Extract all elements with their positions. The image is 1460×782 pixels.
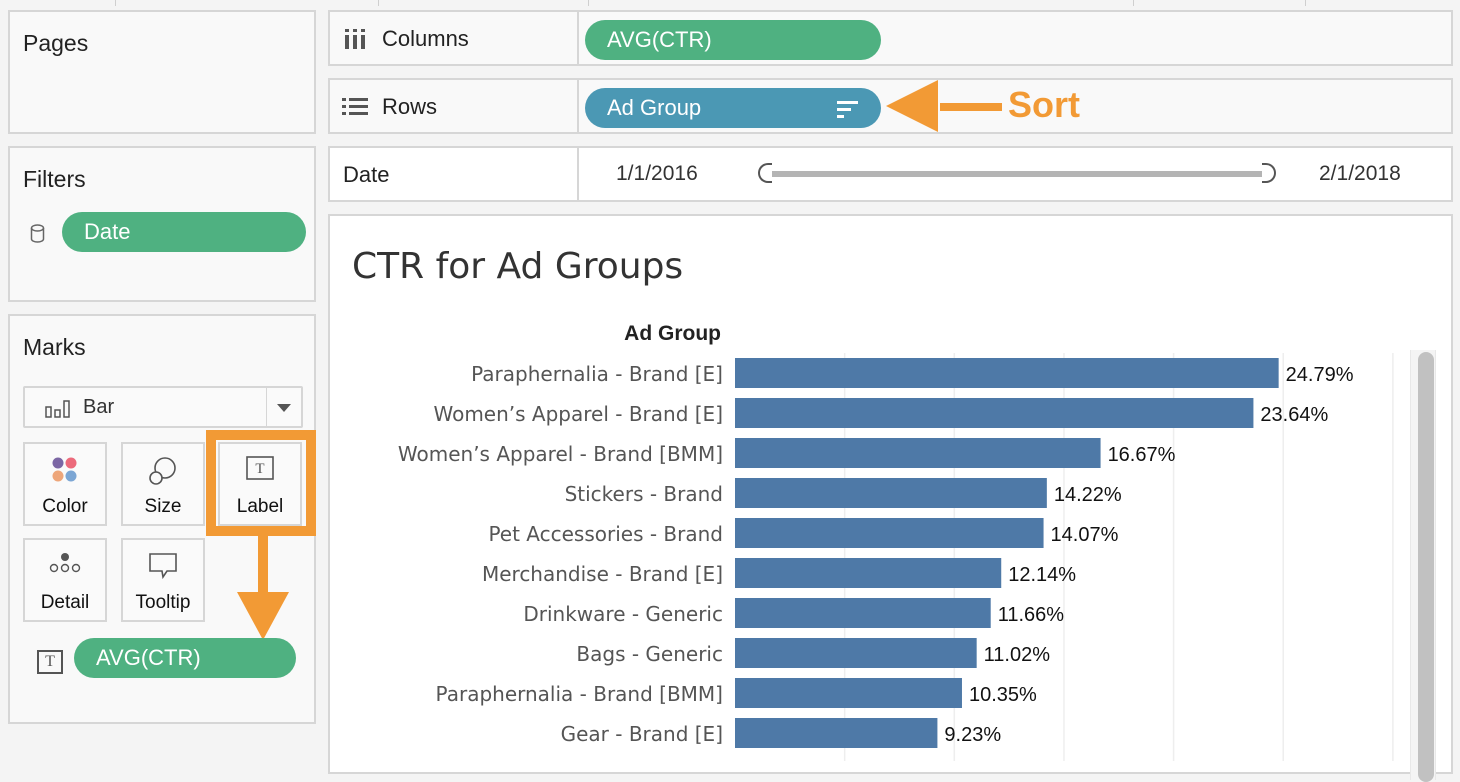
speech-bubble-icon (149, 553, 177, 580)
data-label: 14.22% (1054, 484, 1122, 506)
sort-descending-icon[interactable] (837, 100, 859, 118)
category-label[interactable]: Pet Accessories - Brand (488, 522, 723, 546)
toolbar-divider (1305, 0, 1306, 6)
data-label: 12.14% (1008, 564, 1076, 586)
date-slider-end-handle[interactable] (1262, 163, 1276, 183)
category-label[interactable]: Paraphernalia - Brand [BMM] (436, 682, 723, 706)
rows-adgroup-pill[interactable]: Ad Group (585, 88, 881, 128)
detail-dots-icon (49, 553, 81, 573)
pages-title: Pages (23, 30, 89, 56)
bar-chart-icon (45, 400, 70, 418)
category-label[interactable]: Merchandise - Brand [E] (482, 562, 723, 586)
date-range-slider-track[interactable] (768, 171, 1268, 177)
columns-avgctr-pill[interactable]: AVG(CTR) (585, 20, 881, 60)
label-highlight-annotation (206, 430, 316, 536)
filters-card[interactable]: Filters Date (8, 146, 316, 302)
tooltip-label: Tooltip (135, 592, 191, 613)
category-label[interactable]: Drinkware - Generic (523, 602, 723, 626)
bar-chart: Paraphernalia - Brand [E] 24.79% Women’s A… (398, 353, 1394, 761)
size-label: Size (144, 496, 182, 517)
marks-label-field-pill[interactable]: AVG(CTR) (74, 638, 296, 678)
bar[interactable] (735, 638, 977, 668)
size-button[interactable]: Size (121, 442, 205, 526)
bar[interactable] (735, 398, 1254, 428)
filter-date-pill[interactable]: Date (62, 212, 306, 252)
color-button[interactable]: Color (23, 442, 107, 526)
toolbar-divider (1133, 0, 1134, 6)
annotation-arrow-left-icon (886, 80, 938, 132)
columns-shelf[interactable]: Columns AVG(CTR) (328, 10, 1453, 66)
date-slider-start-handle[interactable] (758, 163, 772, 183)
toolbar-divider (378, 0, 379, 6)
data-label: 11.66% (998, 604, 1065, 626)
bar[interactable] (735, 558, 1002, 588)
filters-title: Filters (23, 166, 86, 192)
bar[interactable] (735, 678, 962, 708)
viz-canvas: CTR for Ad Groups Ad Group Paraphernalia… (328, 214, 1453, 782)
color-dots-icon (52, 457, 77, 482)
data-label: 24.79% (1286, 364, 1354, 386)
mark-type-selected: Bar (83, 396, 115, 418)
dropdown-divider (266, 388, 267, 426)
marks-title: Marks (23, 334, 86, 360)
mark-type-dropdown[interactable]: Bar (23, 386, 303, 428)
date-range-end: 2/1/2018 (1319, 162, 1401, 185)
detail-button[interactable]: Detail (23, 538, 107, 622)
vertical-scrollbar-thumb[interactable] (1418, 352, 1434, 782)
columns-icon (345, 29, 365, 49)
bar[interactable] (735, 438, 1101, 468)
date-filter-shelf: Date 1/1/2016 2/1/2018 (328, 146, 1453, 202)
annotation-arrow-shaft (940, 103, 1002, 111)
annotation-arrow-down-icon (237, 592, 289, 640)
category-label[interactable]: Stickers - Brand (565, 482, 723, 506)
database-icon (30, 224, 45, 243)
columns-shelf-label: Columns (330, 12, 579, 64)
pages-card[interactable]: Pages (8, 10, 316, 134)
sort-annotation: Sort (1008, 84, 1080, 125)
data-label: 10.35% (969, 684, 1037, 706)
rows-icon (342, 98, 368, 115)
rows-pill-label: Ad Group (607, 95, 702, 120)
date-label: Date (343, 162, 390, 187)
text-label-icon: T (37, 650, 63, 674)
rows-shelf-label: Rows (330, 80, 579, 132)
toolbar-divider (115, 0, 116, 6)
bar[interactable] (735, 478, 1047, 508)
rows-shelf[interactable]: Rows Ad Group Sort (328, 78, 1453, 134)
tooltip-button[interactable]: Tooltip (121, 538, 205, 622)
category-label[interactable]: Bags - Generic (576, 642, 723, 666)
size-circles-icon (149, 457, 176, 485)
color-label: Color (42, 496, 88, 517)
data-label: 14.07% (1051, 524, 1119, 546)
data-label: 9.23% (944, 724, 1001, 746)
bar[interactable] (735, 518, 1044, 548)
bar[interactable] (735, 598, 991, 628)
date-shelf-label: Date (330, 148, 579, 200)
data-label: 16.67% (1108, 444, 1176, 466)
detail-label: Detail (40, 592, 90, 613)
category-label[interactable]: Women’s Apparel - Brand [BMM] (398, 442, 723, 466)
bar[interactable] (735, 718, 938, 748)
bar[interactable] (735, 358, 1279, 388)
category-label[interactable]: Women’s Apparel - Brand [E] (433, 402, 723, 426)
category-label[interactable]: Gear - Brand [E] (561, 722, 723, 746)
category-label[interactable]: Paraphernalia - Brand [E] (471, 362, 723, 386)
top-toolbar-strip (0, 0, 1460, 8)
data-label: 11.02% (984, 644, 1051, 666)
chevron-down-icon[interactable] (277, 404, 291, 412)
rows-label: Rows (382, 94, 438, 119)
date-range-start: 1/1/2016 (616, 162, 698, 185)
marks-card: Marks Bar Color Size T Label Detail Tool… (8, 314, 316, 724)
columns-label: Columns (382, 26, 469, 51)
toolbar-divider (588, 0, 589, 6)
data-label: 23.64% (1260, 404, 1328, 426)
